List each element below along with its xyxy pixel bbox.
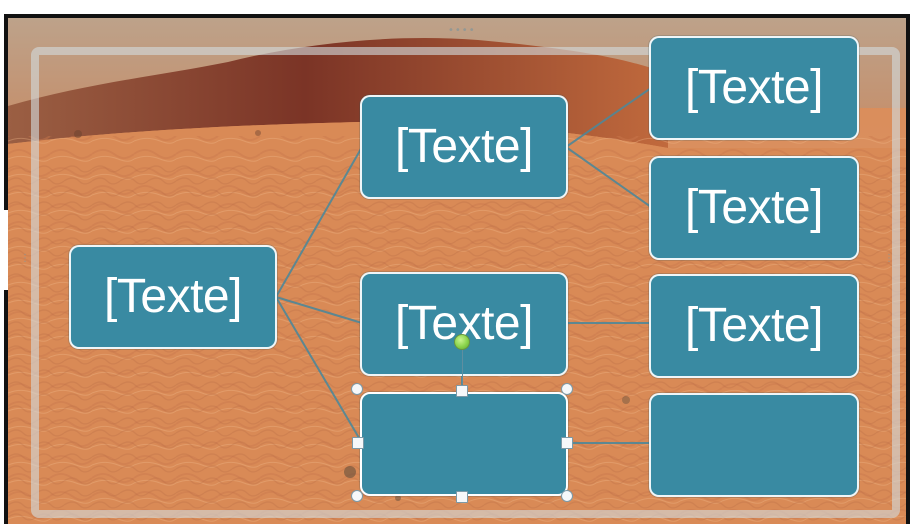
smartart-node-level2-bottom-selected[interactable] <box>360 392 568 496</box>
left-resize-dots[interactable]: ⋮ <box>20 254 31 264</box>
smartart-node-root[interactable]: [Texte] <box>69 245 277 349</box>
resize-handle-left[interactable] <box>352 437 364 449</box>
resize-handle-top-left[interactable] <box>351 383 363 395</box>
resize-handle-bottom-left[interactable] <box>351 490 363 502</box>
resize-handle-bottom[interactable] <box>456 491 468 503</box>
resize-handle-right[interactable] <box>561 437 573 449</box>
top-resize-dots[interactable]: •••• <box>448 26 476 36</box>
powerpoint-slide-view: •••• ⋮ ⋮ [Texte] [Texte] [Texte] [Texte]… <box>0 0 914 524</box>
smartart-node-level3-third[interactable]: [Texte] <box>649 274 859 378</box>
left-gutter <box>0 210 8 290</box>
smartart-node-level3-second[interactable]: [Texte] <box>649 156 859 260</box>
resize-handle-top-right[interactable] <box>561 383 573 395</box>
smartart-node-level3-bottom[interactable] <box>649 393 859 497</box>
resize-handle-top[interactable] <box>456 385 468 397</box>
resize-handle-bottom-right[interactable] <box>561 490 573 502</box>
rotation-handle[interactable] <box>454 334 470 350</box>
smartart-node-level2-top[interactable]: [Texte] <box>360 95 568 199</box>
rotation-handle-line <box>462 348 463 384</box>
right-resize-dots[interactable]: ⋮ <box>884 254 895 264</box>
smartart-node-level2-middle[interactable]: [Texte] <box>360 272 568 376</box>
smartart-node-level3-top[interactable]: [Texte] <box>649 36 859 140</box>
